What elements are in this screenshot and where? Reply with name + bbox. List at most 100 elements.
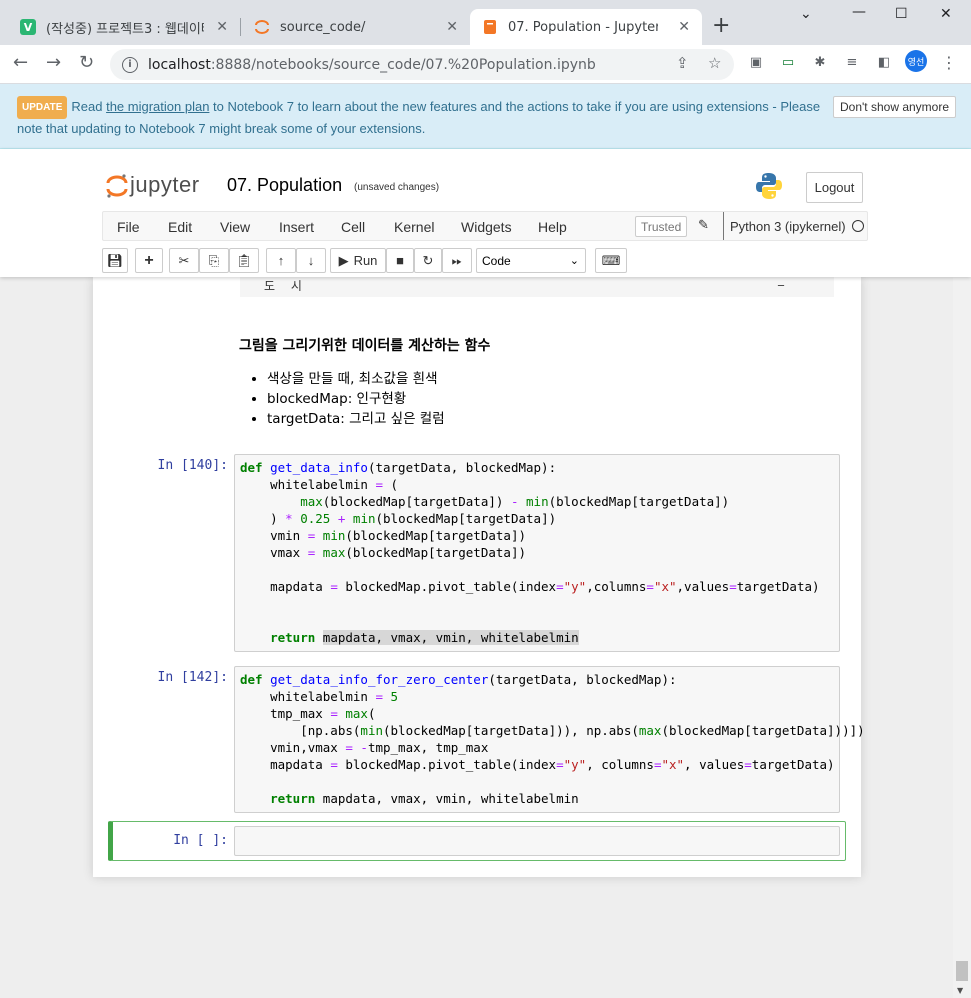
puzzle-icon[interactable]: ✱ bbox=[811, 55, 829, 73]
python-logo-icon bbox=[754, 171, 784, 206]
save-button[interactable]: 💾︎ bbox=[102, 248, 128, 273]
restart-button[interactable]: ↻ bbox=[414, 248, 442, 273]
menu-cell[interactable]: Cell bbox=[341, 219, 365, 235]
scrollbar-track[interactable] bbox=[953, 277, 971, 998]
logout-button[interactable]: Logout bbox=[806, 172, 863, 203]
code-editor[interactable]: def get_data_info(targetData, blockedMap… bbox=[235, 455, 839, 650]
close-icon[interactable]: ✕ bbox=[216, 19, 228, 35]
update-badge: UPDATE bbox=[17, 96, 68, 119]
pencil-icon[interactable]: ✎ bbox=[698, 217, 709, 233]
list-item: targetData: 그리고 싶은 컬럼 bbox=[267, 409, 490, 429]
cell-prompt: In [140]: bbox=[157, 458, 228, 473]
url-input[interactable]: i localhost:8888/notebooks/source_code/0… bbox=[110, 49, 734, 80]
interrupt-button[interactable]: ■ bbox=[386, 248, 414, 273]
kernel-name[interactable]: Python 3 (ipykernel) bbox=[723, 212, 846, 240]
minimize-icon[interactable]: — bbox=[852, 4, 866, 20]
notebook-name[interactable]: 07. Population bbox=[227, 175, 342, 196]
cut-button[interactable]: ✂ bbox=[169, 248, 199, 273]
browser-tab-3-active[interactable]: 07. Population - Jupyter Notebook ✕ bbox=[470, 9, 702, 45]
move-down-button[interactable]: ↓ bbox=[296, 248, 326, 273]
new-tab-button[interactable]: + bbox=[712, 13, 730, 38]
keyboard-icon: ⌨ bbox=[601, 252, 621, 268]
media-queue-icon[interactable]: ≡ bbox=[843, 55, 861, 73]
scissors-icon: ✂ bbox=[178, 252, 190, 268]
code-cell-142[interactable]: def get_data_info_for_zero_center(target… bbox=[234, 666, 865, 813]
menu-view[interactable]: View bbox=[220, 219, 250, 235]
tab-title: source_code/ bbox=[280, 19, 366, 35]
extension-screen-icon[interactable]: ▭ bbox=[779, 55, 797, 73]
notebook-container: 도 시 _ 그림을 그리기위한 데이터를 계산하는 함수 색상을 만들 때, 최… bbox=[93, 272, 865, 877]
browser-tab-2[interactable]: source_code/ ✕ bbox=[242, 9, 470, 45]
jupyter-icon bbox=[254, 19, 270, 35]
url-host: localhost bbox=[148, 56, 211, 73]
restart-run-all-button[interactable]: ⏩︎ bbox=[442, 248, 472, 273]
code-editor[interactable]: def get_data_info_for_zero_center(target… bbox=[235, 667, 865, 811]
cell-type-select[interactable]: Code ⌄ bbox=[476, 248, 586, 273]
insert-cell-button[interactable]: + bbox=[135, 248, 163, 273]
jupyter-logo-icon bbox=[106, 173, 128, 198]
plus-icon: + bbox=[144, 251, 154, 269]
menu-widgets[interactable]: Widgets bbox=[461, 219, 512, 235]
list-item: 색상을 만들 때, 최소값을 흰색 bbox=[267, 369, 490, 389]
markdown-heading: 그림을 그리기위한 데이터를 계산하는 함수 bbox=[239, 338, 491, 354]
paste-icon: 📋︎ bbox=[235, 252, 253, 268]
banner-text: UPDATE Read the migration plan to Noteboo… bbox=[17, 96, 827, 138]
back-arrow-icon[interactable]: ← bbox=[13, 52, 28, 73]
notebook-icon bbox=[482, 19, 498, 35]
move-up-button[interactable]: ↑ bbox=[266, 248, 296, 273]
code-cell-140[interactable]: def get_data_info(targetData, blockedMap… bbox=[234, 454, 840, 652]
copy-button[interactable]: ⎘ bbox=[199, 248, 229, 273]
scroll-down-arrow-icon[interactable]: ▼ bbox=[957, 986, 963, 995]
restart-icon: ↻ bbox=[422, 252, 434, 268]
star-icon[interactable]: ☆ bbox=[708, 54, 721, 72]
previous-output-area: 도 시 _ bbox=[240, 272, 834, 297]
dont-show-anymore-button[interactable]: Don't show anymore bbox=[833, 96, 957, 118]
command-palette-button[interactable]: ⌨ bbox=[595, 248, 627, 273]
menu-help[interactable]: Help bbox=[538, 219, 567, 235]
kernel-idle-indicator bbox=[852, 220, 864, 232]
forward-arrow-icon[interactable]: → bbox=[46, 52, 61, 73]
tab-divider bbox=[240, 18, 241, 36]
cell-prompt: In [ ]: bbox=[173, 833, 228, 848]
trusted-badge[interactable]: Trusted bbox=[635, 216, 688, 237]
empty-code-input[interactable] bbox=[234, 826, 840, 856]
menu-edit[interactable]: Edit bbox=[168, 219, 192, 235]
tab-title: 07. Population - Jupyter Notebook bbox=[508, 19, 658, 35]
chevron-down-icon[interactable]: ⌄ bbox=[800, 6, 812, 22]
scrollbar-thumb[interactable] bbox=[956, 961, 968, 981]
copy-icon: ⎘ bbox=[208, 252, 220, 268]
update-banner: UPDATE Read the migration plan to Noteboo… bbox=[0, 84, 971, 149]
jupyter-wordmark: jupyter bbox=[130, 172, 200, 197]
markdown-list: 색상을 만들 때, 최소값을 흰색 blockedMap: 인구현황 targe… bbox=[239, 369, 490, 429]
save-icon: 💾︎ bbox=[106, 252, 124, 268]
cell-prompt: In [142]: bbox=[157, 670, 228, 685]
menu-bar: File Edit View Insert Cell Kernel Widget… bbox=[102, 211, 868, 241]
save-status: (unsaved changes) bbox=[354, 182, 440, 193]
avatar[interactable]: 영선 bbox=[905, 50, 927, 72]
menu-kernel[interactable]: Kernel bbox=[394, 219, 434, 235]
menu-file[interactable]: File bbox=[117, 219, 140, 235]
close-icon[interactable]: ✕ bbox=[678, 19, 690, 35]
paste-button[interactable]: 📋︎ bbox=[229, 248, 259, 273]
run-button[interactable]: ▶ Run bbox=[330, 248, 386, 273]
close-icon[interactable]: ✕ bbox=[446, 19, 458, 35]
fast-forward-icon: ⏩︎ bbox=[451, 252, 463, 268]
migration-plan-link[interactable]: the migration plan bbox=[106, 99, 209, 114]
more-menu-icon[interactable]: ⋮ bbox=[940, 53, 958, 72]
url-path: :8888/notebooks/source_code/07.%20Popula… bbox=[210, 56, 596, 73]
maximize-icon[interactable]: ☐ bbox=[895, 6, 908, 22]
stop-icon: ■ bbox=[396, 253, 404, 268]
browser-tab-1[interactable]: V (작성중) 프로젝트3 : 웹데이터 ✕ bbox=[8, 9, 240, 45]
jupyter-header: jupyter 07. Population (unsaved changes)… bbox=[0, 149, 971, 277]
arrow-up-icon: ↑ bbox=[277, 253, 285, 268]
jupyter-logo[interactable]: jupyter bbox=[106, 172, 200, 198]
markdown-cell[interactable]: 그림을 그리기위한 데이터를 계산하는 함수 색상을 만들 때, 최소값을 흰색… bbox=[239, 335, 490, 429]
side-panel-icon[interactable]: ◧ bbox=[875, 55, 893, 73]
menu-insert[interactable]: Insert bbox=[279, 219, 314, 235]
share-icon[interactable]: ⇪ bbox=[676, 54, 689, 72]
info-icon[interactable]: i bbox=[122, 56, 138, 73]
extension-profile-icon[interactable]: ▣ bbox=[747, 55, 765, 73]
reload-icon[interactable]: ↻ bbox=[79, 52, 94, 73]
list-item: blockedMap: 인구현황 bbox=[267, 389, 490, 409]
close-window-icon[interactable]: ✕ bbox=[940, 6, 952, 22]
